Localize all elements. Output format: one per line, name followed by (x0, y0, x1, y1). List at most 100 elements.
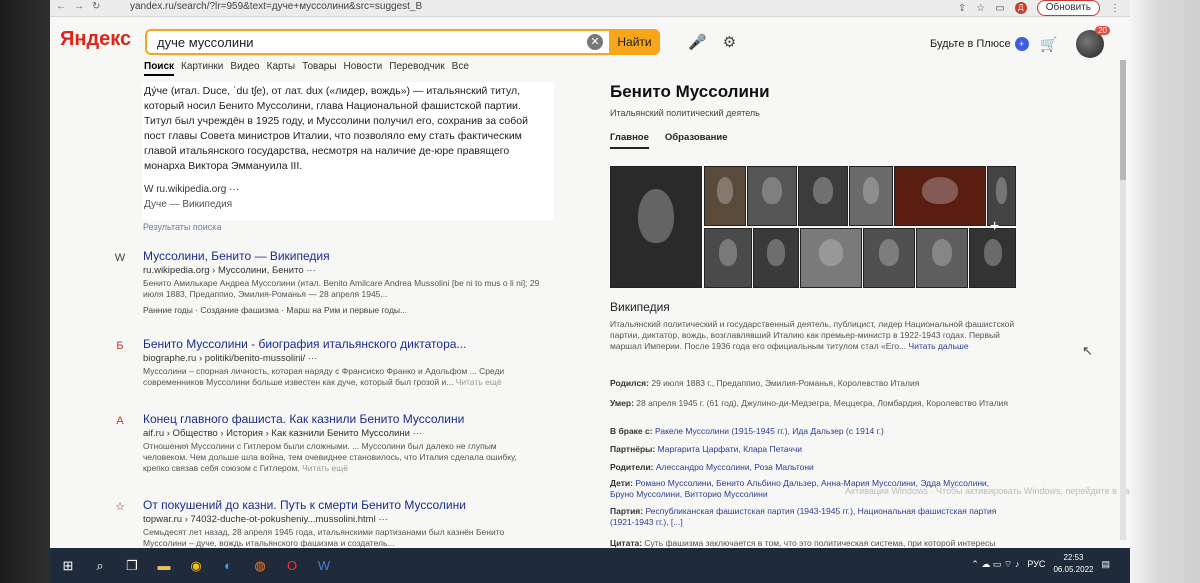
search-result: ☆ От покушений до казни. Путь к смерти Б… (114, 499, 534, 548)
page-scrollbar[interactable] (1120, 60, 1126, 540)
extension-icon[interactable]: ▭ (995, 3, 1004, 14)
search-result: W Муссолини, Бенито — Википедия ru.wikip… (114, 250, 539, 320)
bookmark-star-icon[interactable]: ☆ (976, 3, 985, 14)
expand-gallery-icon[interactable]: + (990, 218, 999, 236)
wikipedia-icon: W (114, 252, 126, 264)
gallery-image[interactable] (800, 228, 862, 288)
gallery-image[interactable] (987, 166, 1016, 226)
monitor-bezel-right (1130, 0, 1200, 583)
tab-search[interactable]: Поиск (144, 61, 175, 76)
gallery-image[interactable] (747, 166, 797, 226)
yandex-logo[interactable]: Яндекс (60, 28, 131, 51)
result-title[interactable]: Конец главного фашиста. Как казнили Бени… (143, 413, 464, 425)
wiki-heading[interactable]: Википедия (610, 301, 1020, 313)
notifications-icon[interactable]: ▤ (1101, 559, 1110, 570)
result-sitelinks[interactable]: Ранние годы · Создание фашизма · Марш на… (143, 304, 407, 316)
result-url[interactable]: biographe.ru › politiki/benito-mussolini… (143, 353, 317, 365)
gallery-image[interactable] (969, 228, 1016, 288)
tab-translator[interactable]: Переводчик (389, 61, 444, 76)
search-icon[interactable]: ⌕ (86, 554, 114, 578)
clock-time: 22:53 (1063, 553, 1084, 562)
fact-value[interactable]: Ракеле Муссолини (1915-1945 гг.), Ида Да… (655, 426, 884, 436)
fact-label: Цитата: (610, 538, 643, 548)
browser-controls: ⇪ ☆ ▭ Д Обновить ⋮ (958, 0, 1120, 16)
word-icon[interactable]: W (310, 554, 338, 578)
snippet-line: Ду́че (итал. Duce, ˈdu tʃe), от лат. dux… (144, 85, 521, 97)
result-url[interactable]: aif.ru › Общество › История › Как казнил… (143, 428, 422, 440)
result-url[interactable]: ru.wikipedia.org › Муссолини, Бенито ··· (143, 265, 316, 277)
tray-icons[interactable]: ⌃ ☁ ▭ ⌔ ♪ (971, 559, 1019, 570)
notifications-badge: 20 (1095, 26, 1110, 35)
search-input[interactable] (155, 34, 579, 51)
gallery-image[interactable] (916, 228, 968, 288)
language-indicator[interactable]: РУС (1027, 559, 1045, 569)
result-title[interactable]: От покушений до казни. Путь к смерти Бен… (143, 499, 466, 511)
fact-value[interactable]: Алессандро Муссолини, Роза Мальтони (656, 462, 814, 472)
fact-label: Родители: (610, 462, 654, 472)
tab-all[interactable]: Все (452, 61, 469, 76)
gallery-image[interactable] (894, 166, 986, 226)
task-view-icon[interactable]: ❐ (118, 554, 146, 578)
gallery-image[interactable] (863, 228, 915, 288)
share-icon[interactable]: ⇪ (958, 3, 966, 14)
gallery-image[interactable] (704, 228, 752, 288)
result-title[interactable]: Бенито Муссолини - биография итальянског… (143, 338, 466, 350)
user-avatar[interactable]: 20 (1076, 26, 1110, 58)
update-button[interactable]: Обновить (1036, 0, 1100, 16)
tab-main[interactable]: Главное (610, 132, 649, 149)
tab-video[interactable]: Видео (230, 61, 259, 76)
fact-row: Родители: Алессандро Муссолини, Роза Мал… (610, 462, 1010, 473)
gallery-image[interactable] (753, 228, 799, 288)
gallery-image[interactable] (704, 166, 746, 226)
menu-dots-icon[interactable]: ⋮ (1110, 3, 1120, 14)
nav-arrows-icon[interactable]: ←→↻ (56, 1, 108, 12)
profile-avatar[interactable]: Д (1014, 2, 1027, 14)
snippet-source-title[interactable]: Дуче — Википедия (144, 197, 554, 212)
plus-icon: + (1014, 37, 1029, 51)
tab-products[interactable]: Товары (302, 61, 336, 76)
search-button[interactable]: Найти (609, 29, 660, 55)
fact-label: Партия: (610, 506, 644, 516)
tab-news[interactable]: Новости (344, 61, 383, 76)
microphone-icon[interactable]: 🎤 (688, 33, 707, 51)
cart-icon[interactable]: 🛒 (1040, 36, 1057, 53)
clock[interactable]: 22:53 06.05.2022 (1053, 552, 1093, 576)
search-tools: 🎤 ⚙ (688, 33, 736, 51)
plus-label: Будьте в Плюсе (930, 38, 1011, 50)
image-gallery: + (610, 166, 1016, 288)
monitor-bezel-left (0, 0, 50, 583)
fact-row: В браке с: Ракеле Муссолини (1915-1945 г… (610, 426, 1010, 437)
windows-activation-watermark: Активация Windows · Чтобы активировать W… (845, 486, 1130, 496)
file-explorer-icon[interactable]: ▬ (150, 554, 178, 578)
fact-value[interactable]: Республиканская фашистская партия (1943-… (610, 506, 996, 527)
tab-images[interactable]: Картинки (181, 61, 223, 76)
tab-education[interactable]: Образование (665, 132, 728, 149)
read-more-link[interactable]: Читать ещё (302, 463, 348, 473)
fact-row: Умер: 28 апреля 1945 г. (61 год), Джулин… (610, 398, 1010, 409)
result-title[interactable]: Муссолини, Бенито — Википедия (143, 250, 330, 262)
fact-value[interactable]: Маргарита Царфати, Клара Петаччи (658, 444, 802, 454)
plus-promo[interactable]: Будьте в Плюсе + (930, 37, 1029, 51)
snippet-source[interactable]: W ru.wikipedia.org ··· (144, 182, 554, 197)
url-field[interactable]: yandex.ru/search/?lr=959&text=дуче+муссо… (130, 1, 422, 12)
gallery-image[interactable] (798, 166, 848, 226)
search-box: ✕ Найти (145, 29, 660, 55)
filter-settings-icon[interactable]: ⚙ (723, 33, 736, 51)
read-more-link[interactable]: Читать дальше (909, 341, 969, 351)
search-result: Б Бенито Муссолини - биография итальянск… (114, 338, 534, 396)
result-url[interactable]: topwar.ru › 74032-duche-ot-pokusheniy...… (143, 514, 388, 526)
edge-icon[interactable]: ◐ (214, 554, 242, 578)
firefox-icon[interactable]: ◍ (246, 554, 274, 578)
result-description: Бенито Амилькаре Андреа Муссолини (итал.… (143, 278, 540, 299)
snippet-line: главой итальянского государства, несмотр… (144, 145, 510, 157)
tab-maps[interactable]: Карты (267, 61, 296, 76)
read-more-link[interactable]: Читать ещё (456, 377, 502, 387)
chrome-icon[interactable]: ◉ (182, 554, 210, 578)
clear-search-icon[interactable]: ✕ (587, 34, 603, 50)
opera-icon[interactable]: O (278, 554, 306, 578)
fact-row: Партия: Республиканская фашистская парти… (610, 506, 1010, 528)
gallery-image[interactable] (849, 166, 893, 226)
gallery-image[interactable] (610, 166, 702, 288)
snippet-line: Титул был учреждён в 1925 году, и Муссол… (144, 115, 528, 127)
windows-start-icon[interactable]: ⊞ (54, 554, 82, 578)
